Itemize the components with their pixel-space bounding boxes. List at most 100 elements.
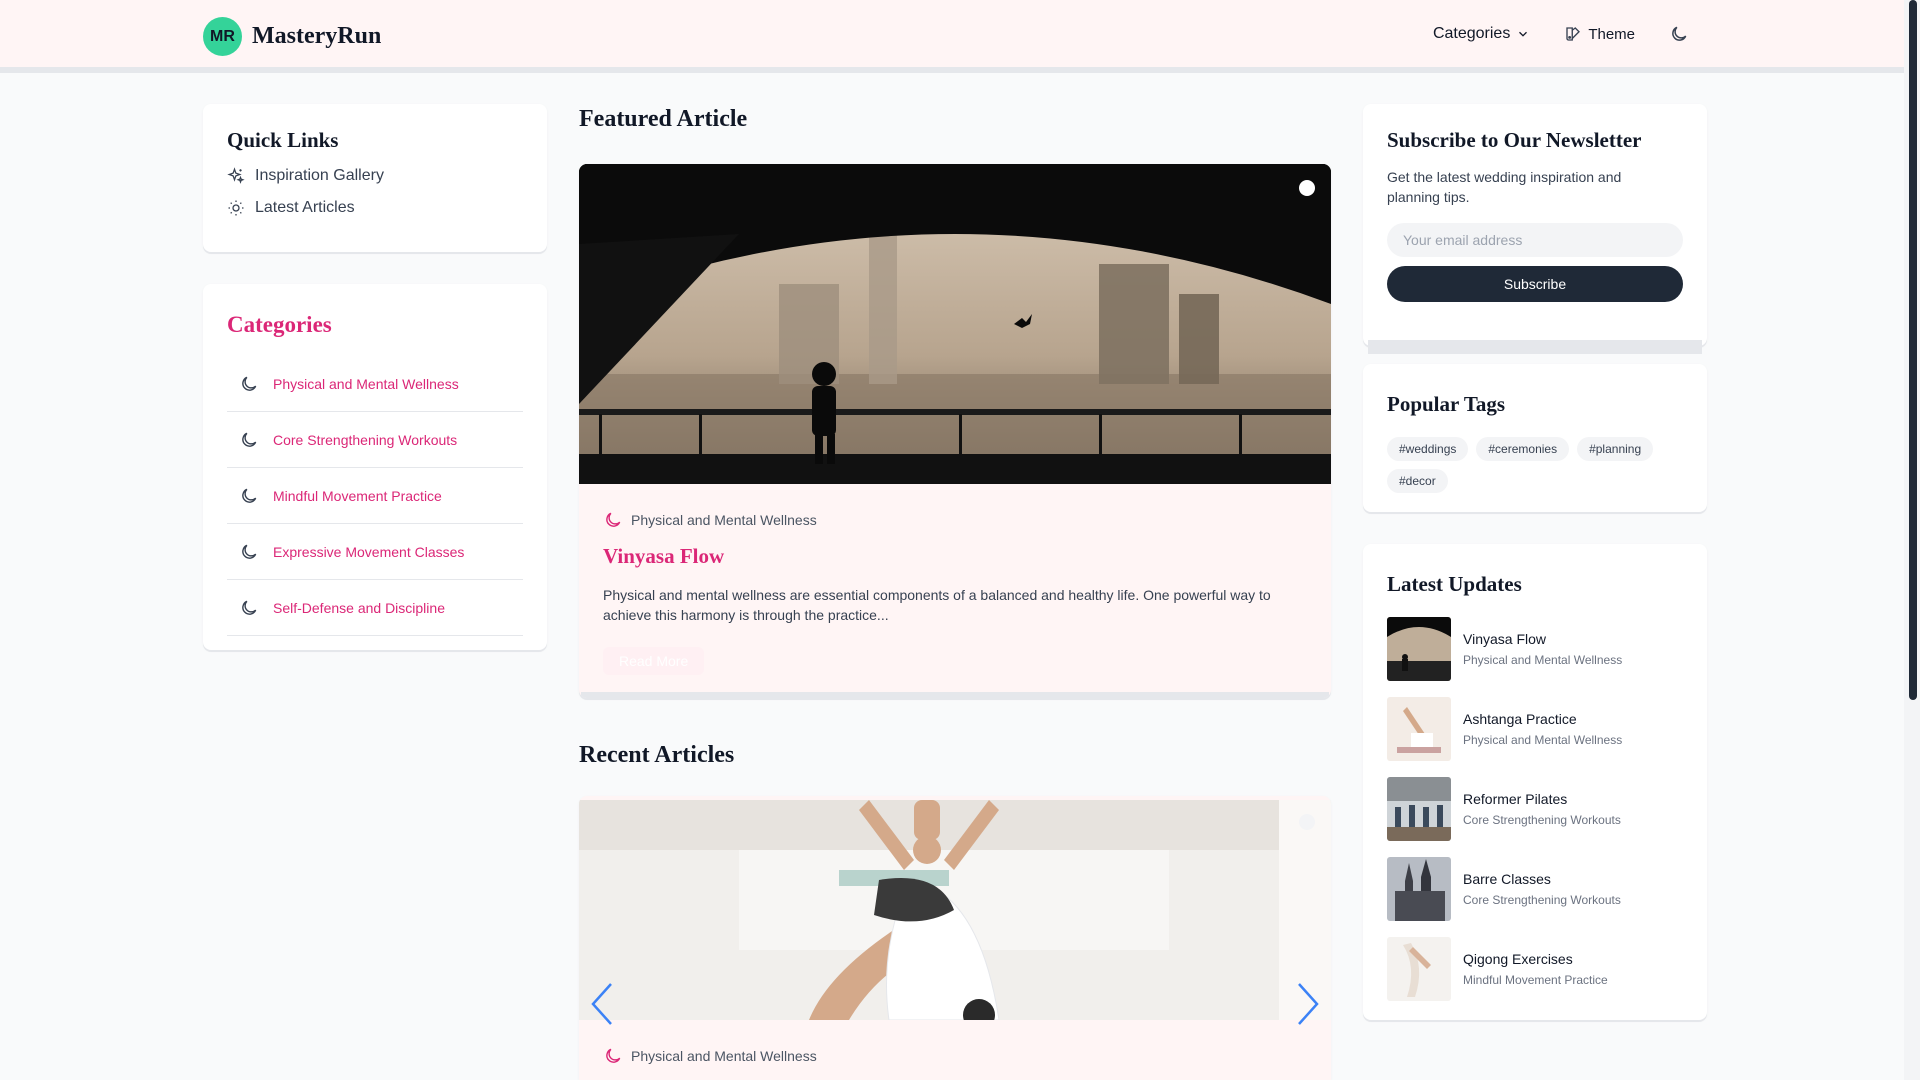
update-item[interactable]: Barre Classes Core Strengthening Workout… — [1387, 857, 1683, 921]
featured-excerpt: Physical and mental wellness are essenti… — [603, 587, 1271, 623]
yoga-pose-image — [579, 800, 1331, 1020]
top-nav: Categories Theme — [1433, 24, 1689, 44]
recent-article-image[interactable] — [579, 800, 1331, 1020]
logo-text: MasteryRun — [252, 23, 382, 49]
quick-link-label: Latest Articles — [255, 199, 355, 216]
update-thumbnail — [1387, 617, 1451, 681]
update-category: Core Strengthening Workouts — [1463, 813, 1621, 827]
tag-list: #weddings #ceremonies #planning #decor — [1387, 437, 1683, 493]
recent-article-card[interactable]: Physical and Mental Wellness — [579, 796, 1331, 1080]
palette-icon — [1566, 27, 1581, 41]
update-list: Vinyasa Flow Physical and Mental Wellnes… — [1387, 617, 1683, 1001]
tag-weddings[interactable]: #weddings — [1387, 437, 1469, 461]
category-item-core-strengthening[interactable]: Core Strengthening Workouts — [227, 412, 523, 468]
card-bottom-bar — [581, 692, 1329, 698]
site-header: MR MasteryRun Categories Theme — [0, 0, 1904, 73]
newsletter-title: Subscribe to Our Newsletter — [1387, 128, 1642, 152]
page-scrollbar[interactable] — [1904, 0, 1920, 1080]
quick-link-label: Inspiration Gallery — [255, 167, 384, 184]
update-thumbnail — [1387, 937, 1451, 1001]
theme-label: Theme — [1588, 25, 1635, 43]
update-title: Ashtanga Practice — [1463, 711, 1577, 727]
sun-icon — [228, 200, 244, 216]
recent-category: Physical and Mental Wellness — [631, 1048, 817, 1064]
sparkles-icon — [227, 167, 245, 184]
quick-link-inspiration-gallery[interactable]: Inspiration Gallery — [227, 167, 523, 185]
moon-icon — [1672, 26, 1687, 41]
newsletter-description: Get the latest wedding inspiration and p… — [1387, 169, 1622, 205]
featured-image[interactable] — [579, 164, 1331, 484]
update-thumbnail — [1387, 777, 1451, 841]
popular-tags-title: Popular Tags — [1387, 392, 1506, 416]
featured-content: Physical and Mental Wellness Vinyasa Flo… — [603, 510, 1303, 675]
update-thumbnail — [1387, 857, 1451, 921]
dark-mode-toggle[interactable] — [1669, 24, 1689, 44]
featured-article-card[interactable]: Physical and Mental Wellness Vinyasa Flo… — [579, 164, 1331, 698]
tag-ceremonies[interactable]: #ceremonies — [1476, 437, 1570, 461]
chevron-down-icon — [1519, 31, 1528, 37]
quick-link-latest-articles[interactable]: Latest Articles — [227, 199, 523, 217]
update-item[interactable]: Qigong Exercises Mindful Movement Practi… — [1387, 937, 1683, 1001]
update-thumbnail — [1387, 697, 1451, 761]
category-label: Self-Defense and Discipline — [273, 599, 445, 616]
category-item-physical-mental-wellness[interactable]: Physical and Mental Wellness — [227, 356, 523, 412]
categories-card: Categories Physical and Mental Wellness … — [203, 284, 547, 650]
newsletter-card: Subscribe to Our Newsletter Get the late… — [1363, 104, 1707, 354]
email-input[interactable] — [1387, 223, 1683, 257]
categories-title: Categories — [227, 312, 332, 337]
featured-title[interactable]: Vinyasa Flow — [603, 544, 1303, 569]
category-item-self-defense[interactable]: Self-Defense and Discipline — [227, 580, 523, 636]
moon-icon — [242, 376, 257, 391]
moon-icon — [242, 544, 257, 559]
read-more-button[interactable]: Read More — [603, 647, 705, 675]
category-label: Expressive Movement Classes — [273, 543, 465, 560]
category-list: Physical and Mental Wellness Core Streng… — [227, 356, 523, 636]
update-category: Mindful Movement Practice — [1463, 973, 1608, 987]
update-category: Core Strengthening Workouts — [1463, 893, 1621, 907]
latest-updates-card: Latest Updates Vinyasa Flow Physical and… — [1363, 544, 1707, 1020]
logo-badge: MR — [203, 17, 242, 56]
moon-icon — [606, 512, 621, 527]
tag-decor[interactable]: #decor — [1387, 469, 1448, 493]
category-item-mindful-movement[interactable]: Mindful Movement Practice — [227, 468, 523, 524]
update-category: Physical and Mental Wellness — [1463, 653, 1623, 667]
categories-menu-label: Categories — [1432, 25, 1511, 42]
update-category: Physical and Mental Wellness — [1463, 733, 1623, 747]
moon-icon — [606, 1048, 621, 1063]
update-item[interactable]: Reformer Pilates Core Strengthening Work… — [1387, 777, 1683, 841]
featured-category: Physical and Mental Wellness — [631, 512, 817, 528]
categories-menu[interactable]: Categories — [1433, 25, 1530, 43]
theme-button[interactable]: Theme — [1564, 25, 1635, 43]
chevron-right-icon[interactable] — [1295, 981, 1321, 1027]
chevron-left-icon[interactable] — [589, 981, 615, 1027]
category-label: Mindful Movement Practice — [273, 487, 442, 504]
category-label: Core Strengthening Workouts — [273, 431, 458, 448]
update-title: Vinyasa Flow — [1463, 631, 1547, 647]
subscribe-button[interactable]: Subscribe — [1387, 266, 1683, 302]
carousel-dot[interactable] — [1299, 814, 1315, 830]
quick-links-card: Quick Links Inspiration Gallery Latest A… — [203, 104, 547, 252]
category-item-expressive-movement[interactable]: Expressive Movement Classes — [227, 524, 523, 580]
update-item[interactable]: Ashtanga Practice Physical and Mental We… — [1387, 697, 1683, 761]
update-title: Reformer Pilates — [1463, 791, 1568, 807]
carousel-dot[interactable] — [1299, 180, 1315, 196]
recent-section-title: Recent Articles — [579, 742, 735, 768]
featured-meta: Physical and Mental Wellness — [603, 510, 1303, 530]
recent-meta: Physical and Mental Wellness — [603, 1046, 817, 1066]
moon-icon — [242, 600, 257, 615]
featured-section-title: Featured Article — [579, 106, 748, 132]
scrollbar-thumb[interactable] — [1909, 0, 1917, 700]
bridge-sunset-image — [579, 164, 1331, 484]
moon-icon — [242, 432, 257, 447]
latest-updates-title: Latest Updates — [1387, 572, 1522, 596]
tag-planning[interactable]: #planning — [1577, 437, 1654, 461]
update-title: Qigong Exercises — [1463, 951, 1573, 967]
quick-links-title: Quick Links — [227, 128, 339, 152]
popular-tags-card: Popular Tags #weddings #ceremonies #plan… — [1363, 364, 1707, 512]
update-item[interactable]: Vinyasa Flow Physical and Mental Wellnes… — [1387, 617, 1683, 681]
update-title: Barre Classes — [1463, 871, 1551, 887]
category-label: Physical and Mental Wellness — [273, 375, 459, 392]
logo[interactable]: MR MasteryRun — [203, 17, 381, 56]
newsletter-bottom-bar — [1368, 340, 1702, 354]
moon-icon — [242, 488, 257, 503]
